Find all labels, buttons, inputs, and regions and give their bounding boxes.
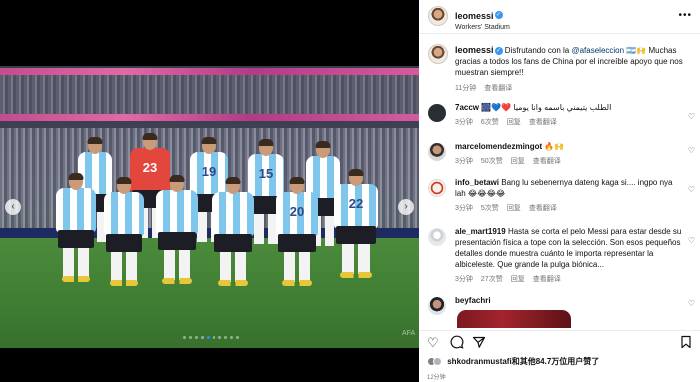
carousel-dot (206, 336, 210, 339)
carousel-dot (230, 336, 234, 339)
comment-likes[interactable]: 6次赞 (481, 119, 499, 126)
led-board-top (0, 68, 419, 75)
comment-time: 3分钟 (455, 119, 473, 126)
location-link[interactable]: Workers' Stadium (455, 24, 510, 31)
comment-username[interactable]: ale_mart1919 (455, 227, 506, 236)
caption-time: 11分钟 (455, 85, 477, 92)
liker-avatar (433, 357, 442, 367)
liker-username[interactable]: shkodranmustafi (447, 357, 511, 366)
translate-link[interactable]: 查看翻译 (533, 158, 561, 165)
post-header: leomessi ✓ Workers' Stadium ••• (419, 0, 700, 34)
post-panel: leomessi ✓ Workers' Stadium ••• leomessi ✓… (419, 0, 700, 382)
comment-time: 3分钟 (455, 205, 473, 212)
comment-likes[interactable]: 27次赞 (481, 276, 503, 283)
carousel-dot (224, 336, 228, 339)
reply-link[interactable]: 回复 (507, 205, 521, 212)
comment-bubble-icon[interactable] (450, 335, 464, 352)
player-front-5: 20 (276, 177, 318, 288)
avatar[interactable] (428, 6, 448, 26)
comment-avatar[interactable] (428, 143, 446, 161)
shirt-number: 23 (142, 160, 158, 175)
comment-like-icon[interactable]: ♡ (688, 236, 695, 245)
verified-icon: ✓ (494, 46, 503, 55)
carousel-dot (182, 336, 186, 339)
comment-emoji: 🎆💙❤️ (481, 103, 512, 112)
shirt-number: 22 (348, 196, 364, 211)
share-paper-plane-icon[interactable] (472, 335, 486, 352)
carousel-prev-button[interactable]: ‹ (5, 199, 21, 215)
comment-time: 3分钟 (455, 158, 473, 165)
reply-link[interactable]: 回复 (511, 158, 525, 165)
player-front-6: 22 (334, 169, 378, 280)
carousel-dot (188, 336, 192, 339)
post-caption: leomessi ✓ Disfrutando con la @afaselecci… (455, 45, 693, 94)
carousel-dot (194, 336, 198, 339)
likes-count[interactable]: 和其他84.7万位用户赞了 (512, 357, 600, 366)
comment-like-icon[interactable]: ♡ (688, 146, 695, 155)
translate-link[interactable]: 查看翻译 (529, 205, 557, 212)
comment-like-icon[interactable]: ♡ (688, 299, 695, 308)
post-timestamp: 12分钟 (427, 375, 446, 381)
mention-link[interactable]: @afaseleccion (571, 46, 624, 55)
caption-avatar[interactable] (428, 44, 448, 64)
comment-likes[interactable]: 5次赞 (481, 205, 499, 212)
caption-emoji: 🇦🇷🙌 (626, 46, 647, 55)
carousel-dot (200, 336, 204, 339)
comment-avatar[interactable] (428, 297, 446, 315)
carousel-next-button[interactable]: › (398, 199, 414, 215)
likes-summary: shkodranmustafi和其他84.7万位用户赞了 (427, 356, 697, 367)
comment-username[interactable]: marcelomendezmingot (455, 142, 542, 151)
post-media: 23 19 15 20 22 ‹ › AFA (0, 0, 419, 382)
caption-meta: 11分钟 查看翻译 (455, 83, 693, 94)
team-photo[interactable]: 23 19 15 20 22 (0, 66, 419, 348)
comment-username[interactable]: info_betawi (455, 178, 499, 187)
bookmark-icon[interactable] (680, 335, 692, 352)
reply-link[interactable]: 回复 (511, 276, 525, 283)
carousel-dot (236, 336, 240, 339)
comment-text: الطلب يتيمني باسمه وانا يوميا (513, 103, 612, 112)
translate-link[interactable]: 查看翻译 (484, 85, 512, 92)
header-user: leomessi ✓ Workers' Stadium (455, 6, 510, 31)
carousel-dot (212, 336, 216, 339)
more-options-icon[interactable]: ••• (678, 10, 692, 21)
comment-likes[interactable]: 50次赞 (481, 158, 503, 165)
comment-text: 🔥🙌 (544, 142, 565, 151)
shirt-number: 20 (289, 204, 305, 219)
comment-username[interactable]: beyfachri (455, 296, 491, 305)
comment-time: 3分钟 (455, 276, 473, 283)
like-heart-icon[interactable]: ♡ (427, 335, 439, 351)
player-messi (56, 173, 96, 284)
comment-username[interactable]: 7accw (455, 103, 479, 112)
afa-watermark: AFA (402, 330, 416, 337)
translate-link[interactable]: 查看翻译 (529, 119, 557, 126)
led-board-upper (0, 114, 419, 121)
translate-link[interactable]: 查看翻译 (533, 276, 561, 283)
comment-like-icon[interactable]: ♡ (688, 112, 695, 121)
player-front-2 (104, 177, 144, 288)
carousel-dots (182, 336, 240, 340)
caption-text: Disfrutando con la (504, 46, 570, 55)
reply-link[interactable]: 回复 (507, 119, 521, 126)
player-front-4 (212, 177, 254, 288)
action-bar: ♡ (419, 330, 700, 354)
comment-avatar[interactable] (428, 104, 446, 122)
stadium-stands (0, 74, 419, 114)
comment-avatar[interactable] (428, 179, 446, 197)
player-front-3 (156, 175, 198, 286)
caption-username[interactable]: leomessi (455, 45, 494, 55)
comment-avatar[interactable] (428, 228, 446, 246)
username-link[interactable]: leomessi (455, 11, 494, 21)
carousel-dot (218, 336, 222, 339)
verified-icon: ✓ (494, 10, 503, 19)
comment-image-preview[interactable] (457, 310, 571, 328)
comment-like-icon[interactable]: ♡ (688, 185, 695, 194)
